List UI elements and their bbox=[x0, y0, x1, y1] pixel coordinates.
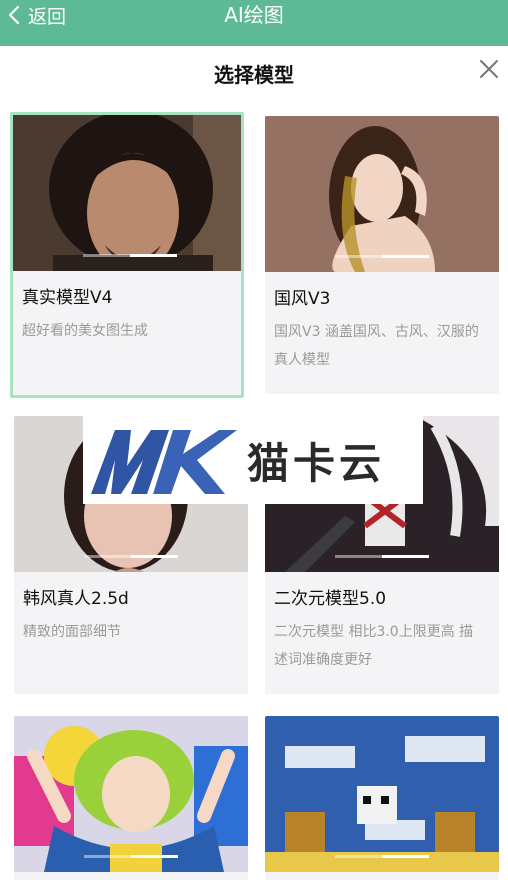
model-thumbnail bbox=[265, 116, 499, 272]
model-title: 二次元模型5.0 bbox=[274, 589, 387, 609]
model-card-realistic-v4[interactable]: 真实模型V4 超好看的美女图生成 bbox=[10, 112, 244, 398]
carousel-indicator bbox=[84, 855, 178, 858]
carousel-indicator bbox=[335, 255, 429, 258]
model-description: 二次元模型 相比3.0上限更高 描述词准确度更好 bbox=[274, 624, 474, 668]
model-card-guofeng-v3[interactable]: 国风V3 国风V3 涵盖国风、古风、汉服的真人模型 bbox=[265, 116, 499, 394]
model-title: 韩风真人2.5d bbox=[23, 589, 129, 609]
top-bar: 返回 AI绘图 bbox=[0, 0, 508, 46]
carousel-indicator bbox=[335, 855, 429, 858]
sheet-header: 选择模型 bbox=[0, 46, 508, 104]
model-description: 国风V3 涵盖国风、古风、汉服的真人模型 bbox=[274, 324, 479, 368]
model-description: 精致的面部细节 bbox=[23, 624, 121, 640]
watermark-text: 猫卡云 bbox=[247, 438, 386, 488]
close-icon[interactable] bbox=[478, 58, 500, 80]
watermark-logo: 猫卡云 bbox=[83, 416, 423, 504]
model-thumbnail bbox=[14, 716, 248, 872]
model-title: 真实模型V4 bbox=[22, 288, 113, 308]
model-title: 国风V3 bbox=[274, 289, 331, 309]
model-description: 超好看的美女图生成 bbox=[22, 323, 148, 339]
carousel-indicator bbox=[84, 555, 178, 558]
sheet-title: 选择模型 bbox=[214, 63, 294, 87]
mk-logo-icon bbox=[91, 430, 237, 494]
app-title: AI绘图 bbox=[224, 3, 284, 27]
carousel-indicator bbox=[83, 254, 177, 257]
carousel-indicator bbox=[335, 555, 429, 558]
model-card-pixel-art[interactable] bbox=[265, 716, 499, 880]
model-thumbnail bbox=[13, 115, 241, 271]
model-thumbnail bbox=[265, 716, 499, 872]
model-card-anime-girl[interactable] bbox=[14, 716, 248, 880]
